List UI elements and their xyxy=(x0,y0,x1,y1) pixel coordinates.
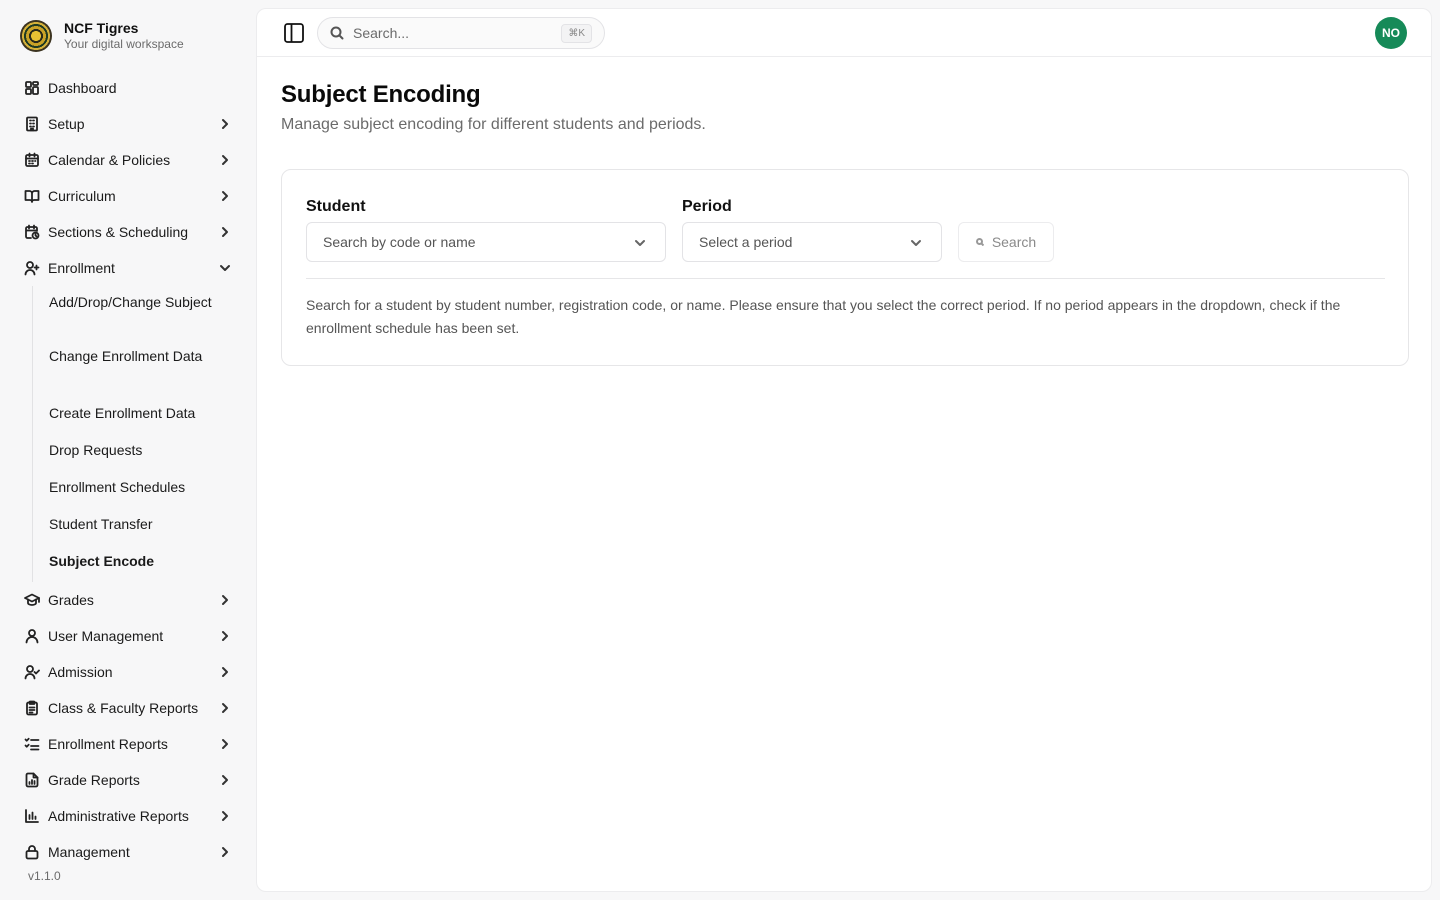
period-select-placeholder: Select a period xyxy=(699,234,793,250)
sidebar-item-label: Enrollment xyxy=(48,260,115,276)
graduation-cap-icon xyxy=(24,592,40,608)
sidebar-item-label: Management xyxy=(48,844,130,860)
page-title: Subject Encoding xyxy=(281,81,481,108)
sidebar-item-dashboard[interactable]: Dashboard xyxy=(0,70,256,106)
student-select[interactable]: Search by code or name xyxy=(306,222,666,262)
divider xyxy=(306,278,1385,279)
app-version: v1.1.0 xyxy=(28,869,61,883)
submenu-item-change-enrollment-data[interactable]: Change Enrollment Data xyxy=(49,342,232,395)
sidebar-item-grade-reports[interactable]: Grade Reports xyxy=(0,762,256,798)
subject-encoding-card: Student Search by code or name Period Se… xyxy=(281,169,1409,366)
period-select[interactable]: Select a period xyxy=(682,222,942,262)
file-chart-icon xyxy=(24,772,40,788)
submenu-item-create-enrollment-data[interactable]: Create Enrollment Data xyxy=(49,395,232,432)
school-logo xyxy=(20,20,52,52)
sidebar-item-sections-scheduling[interactable]: Sections & Scheduling xyxy=(0,214,256,250)
user-check-icon xyxy=(24,664,40,680)
sidebar-item-management[interactable]: Management xyxy=(0,834,256,870)
student-select-placeholder: Search by code or name xyxy=(323,234,476,250)
search-shortcut-badge: ⌘K xyxy=(561,24,592,43)
calendar-clock-icon xyxy=(24,224,40,240)
chevron-right-icon xyxy=(218,629,232,643)
sidebar-item-enrollment[interactable]: Enrollment xyxy=(0,250,256,286)
student-label: Student xyxy=(306,198,366,215)
brand-name: NCF Tigres xyxy=(64,20,139,36)
sidebar-item-label: Admission xyxy=(48,664,113,680)
sidebar-item-label: Sections & Scheduling xyxy=(48,224,189,240)
sidebar-item-label: Calendar & Policies xyxy=(48,152,171,168)
sidebar-item-label: Curriculum xyxy=(48,188,116,204)
dashboard-icon xyxy=(24,80,40,96)
sidebar-item-label: Setup xyxy=(48,116,85,132)
chevron-right-icon xyxy=(218,773,232,787)
sidebar-item-calendar-policies[interactable]: Calendar & Policies xyxy=(0,142,256,178)
user-icon xyxy=(24,628,40,644)
main-panel: ⌘K NO Subject Encoding Manage subject en… xyxy=(256,8,1432,892)
bar-chart-icon xyxy=(24,808,40,824)
user-plus-icon xyxy=(24,260,40,276)
sidebar-item-label: Administrative Reports xyxy=(48,808,189,824)
sidebar-item-curriculum[interactable]: Curriculum xyxy=(0,178,256,214)
chevron-right-icon xyxy=(218,593,232,607)
submenu-item-drop-requests[interactable]: Drop Requests xyxy=(49,432,232,469)
chevron-right-icon xyxy=(218,845,232,859)
period-label: Period xyxy=(682,198,732,215)
sidebar-toggle-button[interactable] xyxy=(283,22,305,44)
calendar-icon xyxy=(24,152,40,168)
sidebar-item-label: Enrollment Reports xyxy=(48,736,168,752)
chevron-right-icon xyxy=(218,665,232,679)
global-search-input[interactable] xyxy=(353,25,543,41)
list-checks-icon xyxy=(24,736,40,752)
chevron-down-icon xyxy=(218,261,232,275)
chevron-right-icon xyxy=(218,737,232,751)
sidebar-item-label: Dashboard xyxy=(48,80,117,96)
chevron-right-icon xyxy=(218,701,232,715)
help-text: Search for a student by student number, … xyxy=(306,297,1341,336)
search-icon xyxy=(330,26,344,40)
sidebar-item-label: Class & Faculty Reports xyxy=(48,700,199,716)
sidebar-item-user-management[interactable]: User Management xyxy=(0,618,256,654)
search-button-label: Search xyxy=(991,234,1037,250)
submenu-item-add-drop-change-subject[interactable]: Add/Drop/Change Subject xyxy=(49,288,232,342)
enrollment-submenu: Add/Drop/Change Subject Change Enrollmen… xyxy=(32,286,232,582)
global-search[interactable]: ⌘K xyxy=(317,17,605,49)
topbar: ⌘K NO xyxy=(257,9,1431,57)
chevron-right-icon xyxy=(218,225,232,239)
sidebar: NCF Tigres Your digital workspace Dashbo… xyxy=(0,0,256,900)
sidebar-item-label: User Management xyxy=(48,628,164,644)
lock-icon xyxy=(24,844,40,860)
sidebar-item-enrollment-reports[interactable]: Enrollment Reports xyxy=(0,726,256,762)
chevron-right-icon xyxy=(218,189,232,203)
clipboard-icon xyxy=(24,700,40,716)
sidebar-item-grades[interactable]: Grades xyxy=(0,582,256,618)
brand-tagline: Your digital workspace xyxy=(64,37,184,51)
chevron-right-icon xyxy=(218,809,232,823)
chevron-down-icon xyxy=(909,236,923,250)
building-icon xyxy=(24,116,40,132)
sidebar-item-setup[interactable]: Setup xyxy=(0,106,256,142)
submenu-item-subject-encode[interactable]: Subject Encode xyxy=(49,543,232,580)
submenu-item-student-transfer[interactable]: Student Transfer xyxy=(49,506,232,543)
sidebar-item-class-faculty-reports[interactable]: Class & Faculty Reports xyxy=(0,690,256,726)
sidebar-item-admission[interactable]: Admission xyxy=(0,654,256,690)
panel-left-icon xyxy=(284,23,304,43)
book-open-icon xyxy=(24,188,40,204)
search-button[interactable]: Search xyxy=(958,222,1054,262)
sidebar-item-label: Grades xyxy=(48,592,94,608)
chevron-right-icon xyxy=(218,153,232,167)
chevron-right-icon xyxy=(218,117,232,131)
submenu-item-enrollment-schedules[interactable]: Enrollment Schedules xyxy=(49,469,232,506)
page-subtitle: Manage subject encoding for different st… xyxy=(281,116,706,133)
user-avatar[interactable]: NO xyxy=(1375,17,1407,49)
sidebar-nav: Dashboard Setup Calendar & Policies Curr… xyxy=(0,70,256,870)
sidebar-item-label: Grade Reports xyxy=(48,772,140,788)
brand[interactable]: NCF Tigres Your digital workspace xyxy=(20,20,184,52)
search-icon xyxy=(975,238,984,246)
chevron-down-icon xyxy=(633,236,647,250)
sidebar-item-administrative-reports[interactable]: Administrative Reports xyxy=(0,798,256,834)
